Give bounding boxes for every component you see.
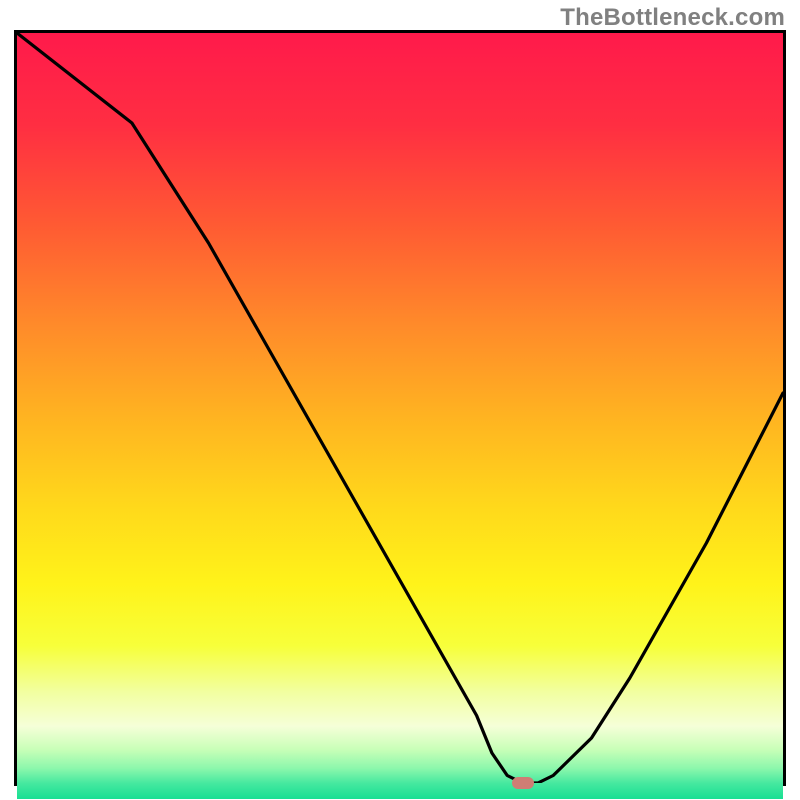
- background-gradient: [17, 33, 783, 799]
- chart-plot-area: [14, 30, 786, 786]
- watermark-text: TheBottleneck.com: [560, 4, 785, 32]
